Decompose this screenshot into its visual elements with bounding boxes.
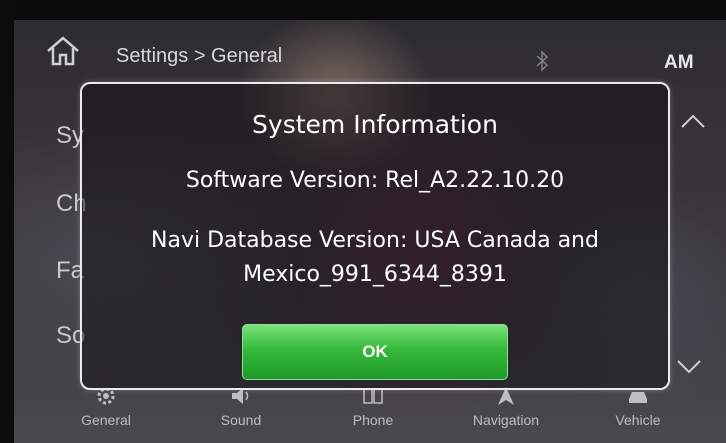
- tab-label: Sound: [220, 412, 262, 428]
- ok-button[interactable]: OK: [242, 324, 508, 380]
- navi-database-version-text: Navi Database Version: USA Canada and Me…: [112, 224, 638, 292]
- navi-database-line-2: Mexico_991_6344_8391: [243, 262, 507, 287]
- tab-label: General: [81, 412, 131, 428]
- home-icon[interactable]: [44, 34, 82, 68]
- tab-label: Navigation: [472, 412, 540, 428]
- bluetooth-icon: [536, 50, 549, 72]
- software-version-text: Software Version: Rel_A2.22.10.20: [185, 168, 565, 193]
- tab-general[interactable]: General: [46, 384, 166, 429]
- tab-phone[interactable]: Phone: [313, 384, 433, 429]
- navi-database-line-1: Navi Database Version: USA Canada and: [151, 228, 599, 253]
- system-information-dialog: System Information Software Version: Rel…: [80, 82, 670, 390]
- scroll-down-icon[interactable]: [676, 358, 702, 376]
- radio-band-label: AM: [664, 52, 694, 73]
- tab-label: Vehicle: [615, 412, 661, 428]
- breadcrumb: Settings > General: [116, 45, 283, 67]
- bezel: [0, 0, 14, 443]
- bezel: [0, 0, 726, 20]
- scroll-up-icon[interactable]: [680, 112, 706, 130]
- tab-vehicle[interactable]: Vehicle: [578, 384, 698, 429]
- dialog-title: System Information: [252, 110, 498, 139]
- tab-sound[interactable]: Sound: [181, 384, 301, 429]
- tab-navigation[interactable]: Navigation: [446, 384, 566, 429]
- tab-label: Phone: [352, 412, 394, 428]
